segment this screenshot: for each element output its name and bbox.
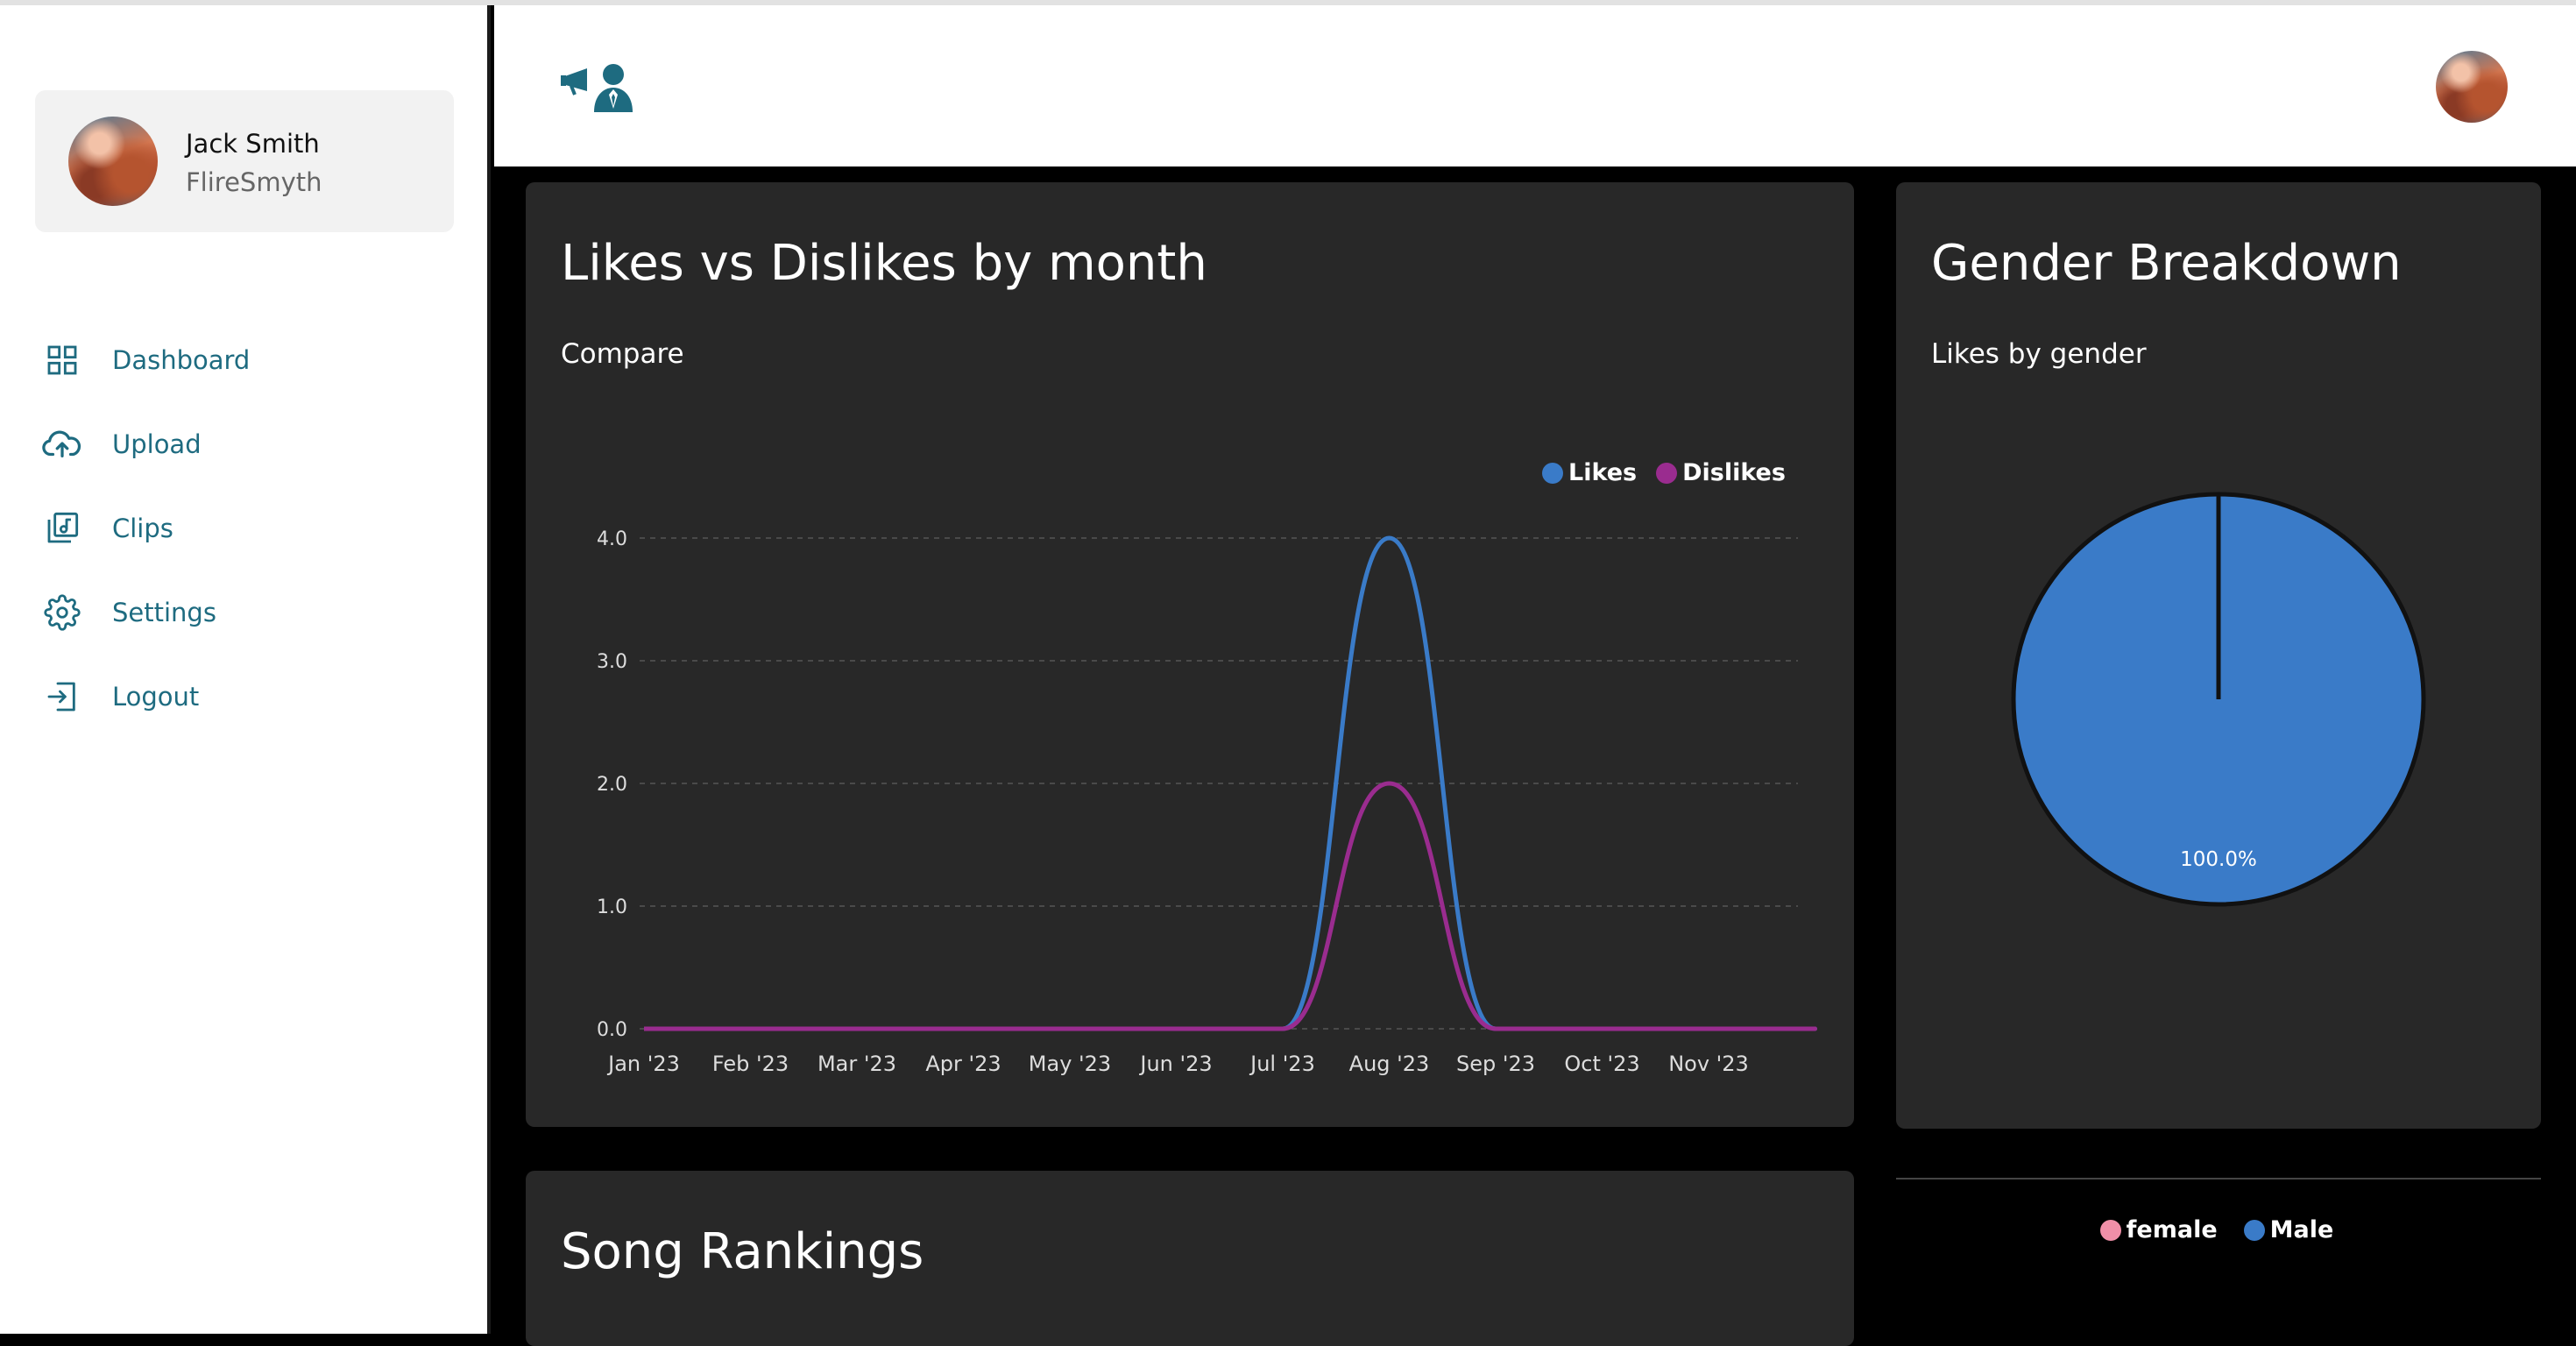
male-swatch — [2243, 1219, 2265, 1241]
gear-icon — [42, 592, 82, 633]
card-title: Song Rankings — [561, 1223, 924, 1280]
song-rankings-card: Song Rankings — [526, 1171, 1854, 1346]
x-tick-label: May '23 — [1029, 1052, 1111, 1076]
x-tick-label: Apr '23 — [925, 1052, 1001, 1076]
pie-legend: female Male — [1896, 1216, 2537, 1243]
sidebar-item-clips[interactable]: Clips — [42, 507, 173, 550]
y-tick-label: 1.0 — [597, 896, 627, 918]
profile-handle: FlireSmyth — [186, 167, 322, 197]
y-tick-label: 3.0 — [597, 651, 627, 673]
sidebar-item-settings[interactable]: Settings — [42, 591, 216, 634]
dashboard-grid-icon — [42, 340, 82, 380]
sidebar-item-label: Dashboard — [112, 345, 251, 375]
megaphone-person-logo[interactable] — [561, 61, 636, 112]
x-tick-label: Mar '23 — [817, 1052, 896, 1076]
y-tick-label: 4.0 — [597, 528, 627, 550]
legend-label: female — [2126, 1216, 2218, 1243]
cloud-upload-icon — [42, 424, 82, 464]
profile-avatar — [68, 117, 158, 206]
top-header — [494, 5, 2576, 166]
sidebar-item-label: Upload — [112, 429, 202, 459]
likes-dislikes-line-chart: 0.0 1.0 2.0 3.0 4.0 Jan '23 Feb '23 Mar '23 Apr … — [597, 528, 1817, 1076]
legend-item-female[interactable]: female — [2099, 1216, 2218, 1243]
gender-pie-chart: 100.0% — [2011, 492, 2426, 907]
music-library-icon — [42, 508, 82, 549]
sidebar-item-upload[interactable]: Upload — [42, 422, 202, 466]
legend-item-male[interactable]: Male — [2243, 1216, 2334, 1243]
sidebar-item-label: Settings — [112, 598, 216, 627]
x-tick-label: Aug '23 — [1349, 1052, 1430, 1076]
y-tick-label: 2.0 — [597, 774, 627, 796]
user-avatar[interactable] — [2436, 51, 2508, 123]
legend-label: Male — [2269, 1216, 2334, 1243]
sidebar-item-dashboard[interactable]: Dashboard — [42, 338, 250, 382]
sidebar: Jack Smith FlireSmyth Dashboard Upload C… — [0, 5, 491, 1334]
y-tick-label: 0.0 — [597, 1019, 627, 1041]
logout-icon — [42, 677, 82, 717]
likes-dislikes-card: Likes vs Dislikes by month Compare Likes… — [526, 182, 1854, 1127]
x-tick-label: Oct '23 — [1564, 1052, 1639, 1076]
gender-breakdown-card: Gender Breakdown Likes by gender 100.0% … — [1896, 182, 2541, 1243]
female-swatch — [2099, 1219, 2121, 1241]
x-tick-label: Feb '23 — [712, 1052, 789, 1076]
x-tick-label: Jul '23 — [1249, 1052, 1315, 1076]
profile-card[interactable]: Jack Smith FlireSmyth — [35, 90, 454, 232]
slice-percent-label: 100.0% — [2180, 848, 2257, 871]
sidebar-item-label: Logout — [112, 682, 200, 712]
x-tick-label: Sep '23 — [1456, 1052, 1535, 1076]
sidebar-item-label: Clips — [112, 514, 173, 543]
divider — [1896, 1178, 2541, 1180]
profile-name: Jack Smith — [186, 129, 320, 159]
sidebar-item-logout[interactable]: Logout — [42, 675, 199, 719]
x-tick-label: Nov '23 — [1668, 1052, 1749, 1076]
x-tick-label: Jan '23 — [606, 1052, 680, 1076]
x-tick-label: Jun '23 — [1138, 1052, 1212, 1076]
